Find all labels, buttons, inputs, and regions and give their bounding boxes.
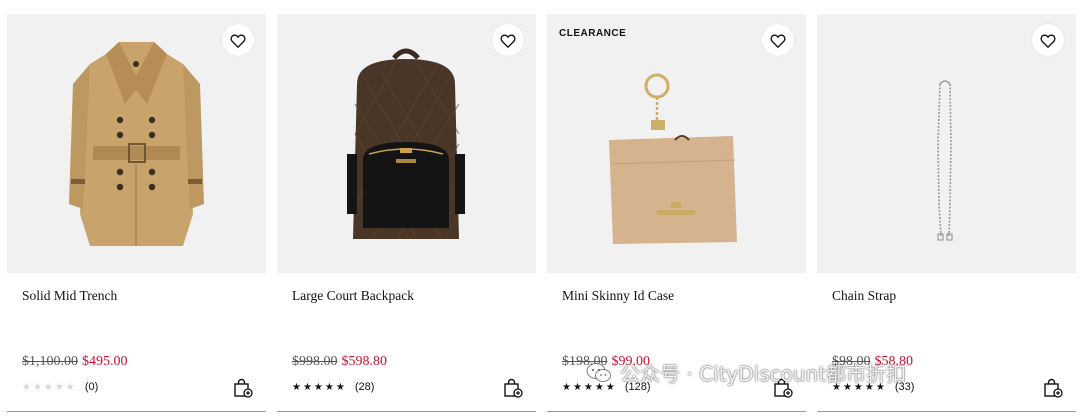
clearance-badge: CLEARANCE <box>559 28 627 39</box>
trench-coat-image <box>69 42 204 246</box>
product-title[interactable]: Large Court Backpack <box>292 288 414 304</box>
add-to-bag-icon[interactable] <box>773 378 793 398</box>
rating-row[interactable]: ★★★★★ (128) <box>562 381 651 393</box>
wishlist-button[interactable] <box>492 24 524 56</box>
heart-outline-icon <box>770 33 786 48</box>
review-count: (28) <box>354 381 375 393</box>
product-image[interactable] <box>277 14 536 273</box>
add-to-bag-icon[interactable] <box>233 378 253 398</box>
product-card[interactable]: Chain Strap $98.00 $58.80 ★★★★★ (33) <box>817 14 1076 412</box>
product-title[interactable]: Mini Skinny Id Case <box>562 288 674 304</box>
add-to-bag-icon[interactable] <box>503 378 523 398</box>
price-row: $198.00 $99.00 <box>562 354 650 370</box>
product-grid: Solid Mid Trench $1,100.00 $495.00 ★★★★★ … <box>0 0 1080 418</box>
price-row: $1,100.00 $495.00 <box>22 354 128 370</box>
rating-row[interactable]: ★★★★★ (33) <box>832 381 914 393</box>
review-count: (128) <box>624 381 651 393</box>
rating-row[interactable]: ★★★★★ (28) <box>292 381 374 393</box>
product-image[interactable]: CLEARANCE <box>547 14 806 273</box>
wishlist-button[interactable] <box>222 24 254 56</box>
rating-stars: ★★★★★ <box>22 381 77 393</box>
product-title[interactable]: Chain Strap <box>832 288 896 304</box>
sale-price: $99.00 <box>611 354 651 369</box>
heart-outline-icon <box>1040 33 1056 48</box>
rating-stars: ★★★★★ <box>562 381 617 393</box>
original-price: $1,100.00 <box>22 354 78 369</box>
card-case-image <box>609 73 737 244</box>
product-card[interactable]: Solid Mid Trench $1,100.00 $495.00 ★★★★★ … <box>7 14 266 412</box>
sale-price: $58.80 <box>874 354 914 369</box>
wishlist-button[interactable] <box>1032 24 1064 56</box>
sale-price: $495.00 <box>82 354 128 369</box>
sale-price: $598.80 <box>341 354 388 369</box>
price-row: $98.00 $58.80 <box>832 354 913 370</box>
wishlist-button[interactable] <box>762 24 794 56</box>
review-count: (0) <box>84 381 99 393</box>
backpack-image <box>347 48 465 240</box>
product-card[interactable]: Large Court Backpack $998.00 $598.80 ★★★★… <box>277 14 536 412</box>
review-count: (33) <box>894 381 915 393</box>
product-image[interactable] <box>7 14 266 273</box>
chain-strap-image <box>937 80 953 241</box>
heart-outline-icon <box>500 33 516 48</box>
product-image[interactable] <box>817 14 1076 273</box>
price-row: $998.00 $598.80 <box>292 354 387 370</box>
product-card[interactable]: CLEARANCE Mini Skinny Id Case $198.00 $99… <box>547 14 806 412</box>
original-price: $998.00 <box>292 354 338 369</box>
rating-stars: ★★★★★ <box>292 381 347 393</box>
heart-outline-icon <box>230 33 246 48</box>
rating-row[interactable]: ★★★★★ (0) <box>22 381 98 393</box>
original-price: $98.00 <box>832 354 871 369</box>
product-title[interactable]: Solid Mid Trench <box>22 288 117 304</box>
original-price: $198.00 <box>562 354 608 369</box>
rating-stars: ★★★★★ <box>832 381 887 393</box>
add-to-bag-icon[interactable] <box>1043 378 1063 398</box>
